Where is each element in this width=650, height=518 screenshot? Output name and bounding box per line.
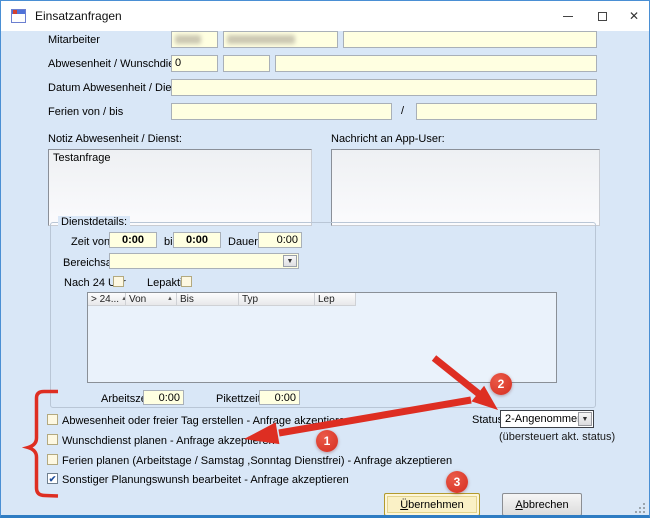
chevron-down-icon[interactable]: ▼: [283, 255, 297, 267]
grid-column-von[interactable]: Von▲: [126, 293, 177, 306]
redacted-text: [175, 35, 201, 44]
minimize-icon: [563, 16, 573, 17]
maximize-button[interactable]: [585, 1, 619, 31]
wunschdienst-planen-label: Wunschdienst planen - Anfrage akzeptiere…: [62, 435, 275, 447]
nachricht-label: Nachricht an App-User:: [331, 133, 445, 145]
lepaktiv-checkbox[interactable]: [181, 276, 192, 287]
check-icon: ✔: [49, 474, 57, 484]
minimize-button[interactable]: [551, 1, 585, 31]
status-combobox[interactable]: 2-Angenommen ▼: [500, 410, 594, 428]
dauer-field[interactable]: 0:00: [258, 232, 302, 248]
sort-asc-icon: ▲: [167, 296, 173, 302]
abwesenheit-text-field[interactable]: [275, 55, 597, 72]
notiz-textarea[interactable]: Testanfrage: [48, 149, 312, 226]
mitarbeiter-extra-field[interactable]: [343, 31, 597, 48]
ferien-planen-label: Ferien planen (Arbeitstage / Samstag ,So…: [62, 455, 452, 467]
datum-field[interactable]: [171, 79, 597, 96]
planungswunsch-label: Sonstiger Planungswunsh bearbeitet - Anf…: [62, 474, 349, 486]
ferien-separator: /: [401, 105, 404, 117]
dienst-grid-header[interactable]: > 24...▲ Von▲ Bis Typ Lep: [88, 293, 356, 306]
titlebar[interactable]: Einsatzanfragen ✕: [1, 1, 649, 31]
wunschdienst-planen-checkbox[interactable]: [47, 434, 58, 445]
mitarbeiter-id-field[interactable]: [171, 31, 218, 48]
status-label: Status: [472, 414, 503, 426]
abwesenheit-erstellen-checkbox[interactable]: [47, 414, 58, 425]
ferien-planen-checkbox[interactable]: [47, 454, 58, 465]
mitarbeiter-label: Mitarbeiter: [48, 34, 100, 46]
pikettzeit-label: Pikettzeit: [216, 393, 261, 405]
abwesenheit-label: Abwesenheit / Wunschdienst: [48, 58, 189, 70]
zeit-von-field[interactable]: 0:00: [109, 232, 157, 248]
abbrechen-button[interactable]: Abbrechen: [502, 493, 582, 516]
abwesenheit-code-field[interactable]: [223, 55, 270, 72]
mitarbeiter-name-field[interactable]: [223, 31, 338, 48]
chevron-down-icon[interactable]: ▼: [578, 412, 592, 426]
notiz-label: Notiz Abwesenheit / Dienst:: [48, 133, 182, 145]
arbeitszeit-field[interactable]: 0:00: [143, 390, 184, 405]
close-button[interactable]: ✕: [617, 1, 650, 31]
annotation-badge-1: 1: [316, 430, 338, 452]
grid-column-typ[interactable]: Typ: [239, 293, 315, 306]
ferien-von-field[interactable]: [171, 103, 392, 120]
grid-column-24[interactable]: > 24...▲: [88, 293, 126, 306]
grid-column-bis[interactable]: Bis: [177, 293, 239, 306]
dienst-grid[interactable]: > 24...▲ Von▲ Bis Typ Lep: [87, 292, 557, 383]
close-icon: ✕: [629, 10, 639, 22]
einsatzanfragen-dialog: Einsatzanfragen ✕ Mitarbeiter Abwesenhei…: [0, 0, 650, 518]
pikettzeit-field[interactable]: 0:00: [259, 390, 300, 405]
dauer-label: Dauer: [228, 236, 258, 248]
bis-field[interactable]: 0:00: [173, 232, 221, 248]
annotation-badge-3: 3: [446, 471, 468, 493]
datum-label: Datum Abwesenheit / Dienst: [48, 82, 186, 94]
ferien-bis-field[interactable]: [416, 103, 597, 120]
dienstdetails-title: Dienstdetails:: [58, 216, 130, 228]
bereichsart-combobox[interactable]: ▼: [109, 253, 299, 269]
window-title: Einsatzanfragen: [35, 9, 122, 23]
grid-column-lep[interactable]: Lep: [315, 293, 356, 306]
maximize-icon: [598, 12, 607, 21]
abwesenheit-count-field[interactable]: 0: [171, 55, 218, 72]
planungswunsch-checkbox[interactable]: ✔: [47, 473, 58, 484]
status-hint: (übersteuert akt. status): [499, 431, 615, 443]
ferien-label: Ferien von / bis: [48, 106, 123, 118]
redacted-text: [227, 35, 295, 44]
annotation-badge-2: 2: [490, 373, 512, 395]
uebernehmen-button[interactable]: Übernehmen: [384, 493, 480, 516]
nach-24-uhr-checkbox[interactable]: [113, 276, 124, 287]
app-icon: [11, 9, 26, 23]
abwesenheit-erstellen-label: Abwesenheit oder freier Tag erstellen - …: [62, 415, 351, 427]
resize-grip[interactable]: [633, 501, 645, 513]
zeit-von-label: Zeit von: [71, 236, 110, 248]
nachricht-textarea[interactable]: [331, 149, 600, 226]
